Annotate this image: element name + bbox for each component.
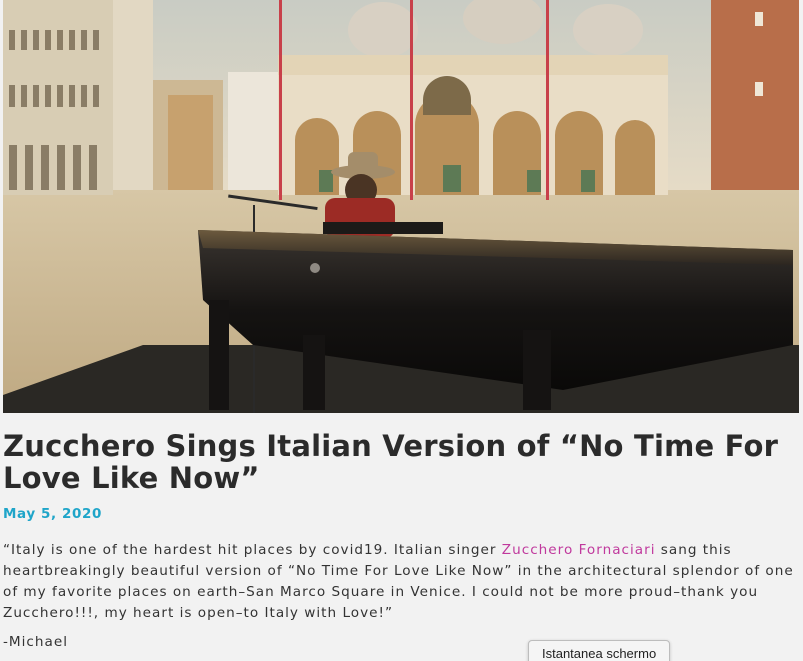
article-signature: -Michael [3,634,68,650]
screenshot-tooltip: Istantanea schermo [528,640,671,661]
article-date: May 5, 2020 [3,506,103,522]
zucchero-fornaciari-link[interactable]: Zucchero Fornaciari [502,542,656,558]
page: Zucchero Sings Italian Version of “No Ti… [0,0,803,661]
hero-image[interactable] [3,0,799,413]
article-body: “Italy is one of the hardest hit places … [3,540,801,624]
venice-piano-scene-image [3,0,799,413]
article-body-text-start: “Italy is one of the hardest hit places … [3,542,502,558]
article-title: Zucchero Sings Italian Version of “No Ti… [3,429,779,495]
